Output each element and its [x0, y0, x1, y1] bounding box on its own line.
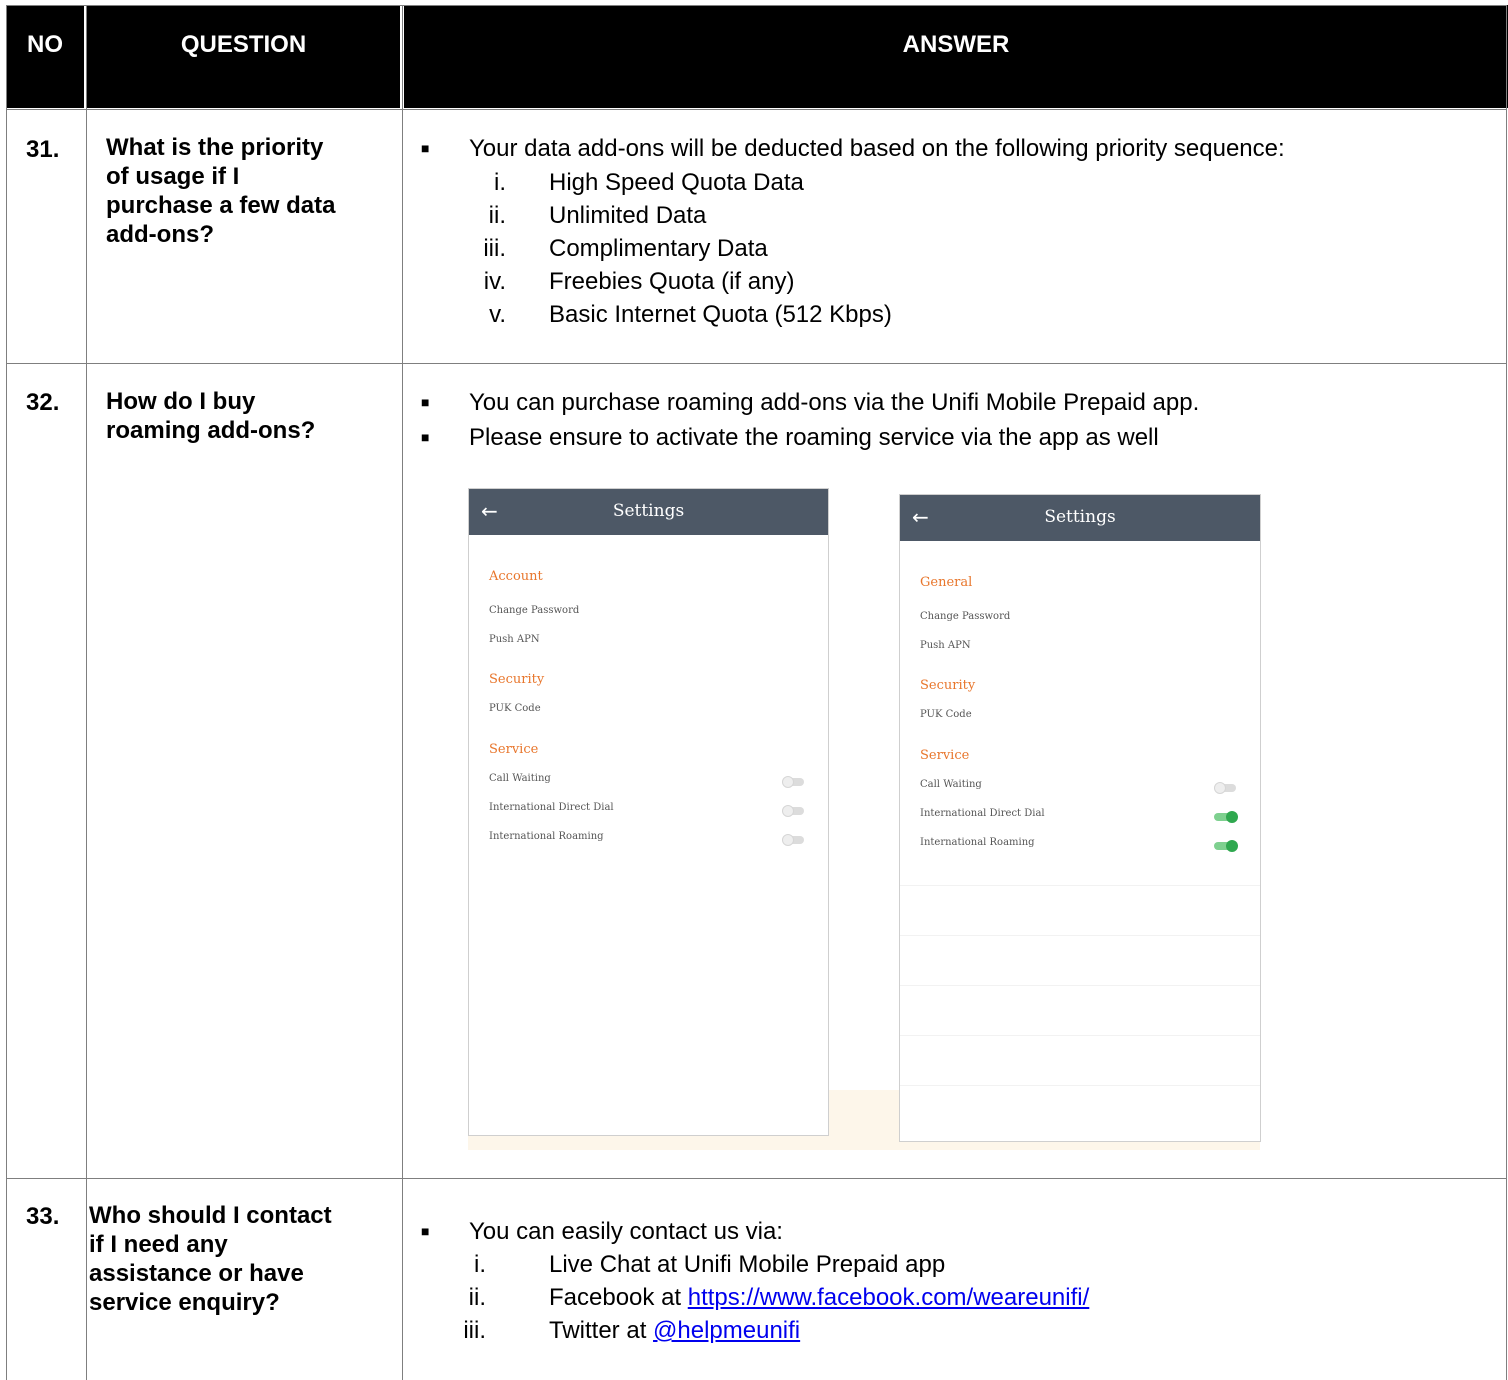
international-roaming-toggle[interactable] [1214, 840, 1238, 852]
call-waiting-toggle[interactable] [782, 776, 804, 788]
app-bar: ← Settings [900, 495, 1260, 541]
grid-line [1506, 5, 1507, 1380]
row-number: 33. [26, 1203, 60, 1230]
settings-item[interactable]: PUK Code [489, 703, 541, 714]
section-label: Service [920, 748, 970, 763]
grid-line [6, 1178, 1507, 1179]
divider [900, 1085, 1260, 1086]
grid-line [6, 5, 1507, 6]
answer-text: Your data add-ons will be deducted based… [469, 135, 1285, 162]
twitter-link[interactable]: @helpmeunifi [653, 1317, 800, 1344]
header-no: NO [6, 5, 84, 108]
app-bar: ← Settings [469, 489, 828, 535]
settings-item: Call Waiting [920, 779, 982, 790]
grid-line [6, 109, 1507, 110]
divider [900, 935, 1260, 936]
settings-screen-after: ← Settings General Change Password Push … [899, 494, 1261, 1142]
settings-screen-before: ← Settings Account Change Password Push … [468, 488, 829, 1136]
settings-item[interactable]: Push APN [489, 634, 540, 645]
bullet-icon: ■ [421, 1223, 430, 1239]
header-question: QUESTION [87, 5, 400, 108]
divider [900, 1035, 1260, 1036]
settings-item[interactable]: Change Password [920, 611, 1010, 622]
international-roaming-toggle[interactable] [782, 834, 804, 846]
international-direct-dial-toggle[interactable] [1214, 811, 1238, 823]
settings-item: International Roaming [920, 837, 1035, 848]
bullet-icon: ■ [421, 429, 430, 445]
section-label: Security [489, 672, 545, 687]
bullet-icon: ■ [421, 140, 430, 156]
question-text: What is the priority of usage if I purch… [106, 134, 336, 248]
section-label: General [920, 575, 973, 590]
settings-item[interactable]: Push APN [920, 640, 971, 651]
screen-title: Settings [1044, 507, 1116, 527]
answer-text: Please ensure to activate the roaming se… [469, 424, 1159, 451]
settings-item: International Direct Dial [920, 808, 1045, 819]
grid-line [6, 5, 7, 1380]
grid-line [86, 5, 87, 1380]
divider [900, 985, 1260, 986]
section-label: Service [489, 742, 539, 757]
settings-item[interactable]: Change Password [489, 605, 579, 616]
answer-text: You can easily contact us via: [469, 1218, 783, 1245]
facebook-link[interactable]: https://www.facebook.com/weareunifi/ [688, 1284, 1090, 1311]
settings-item: Call Waiting [489, 773, 551, 784]
international-direct-dial-toggle[interactable] [782, 805, 804, 817]
divider [900, 885, 1260, 886]
row-number: 32. [26, 389, 60, 416]
faq-table: NO QUESTION ANSWER 31. What is the prior… [6, 5, 1508, 1380]
settings-item: International Direct Dial [489, 802, 614, 813]
settings-item: International Roaming [489, 831, 604, 842]
question-text: How do I buy roaming add-ons? [106, 388, 316, 444]
call-waiting-toggle[interactable] [1214, 782, 1236, 794]
section-label: Security [920, 678, 976, 693]
row-number: 31. [26, 136, 60, 163]
header-answer: ANSWER [404, 5, 1508, 108]
grid-line [402, 5, 403, 1380]
bullet-icon: ■ [421, 394, 430, 410]
section-label: Account [489, 569, 543, 584]
answer-text: You can purchase roaming add-ons via the… [469, 389, 1200, 416]
question-text: Who should I contact if I need any assis… [89, 1202, 332, 1316]
grid-line [6, 363, 1507, 364]
settings-item[interactable]: PUK Code [920, 709, 972, 720]
screen-title: Settings [612, 501, 685, 521]
